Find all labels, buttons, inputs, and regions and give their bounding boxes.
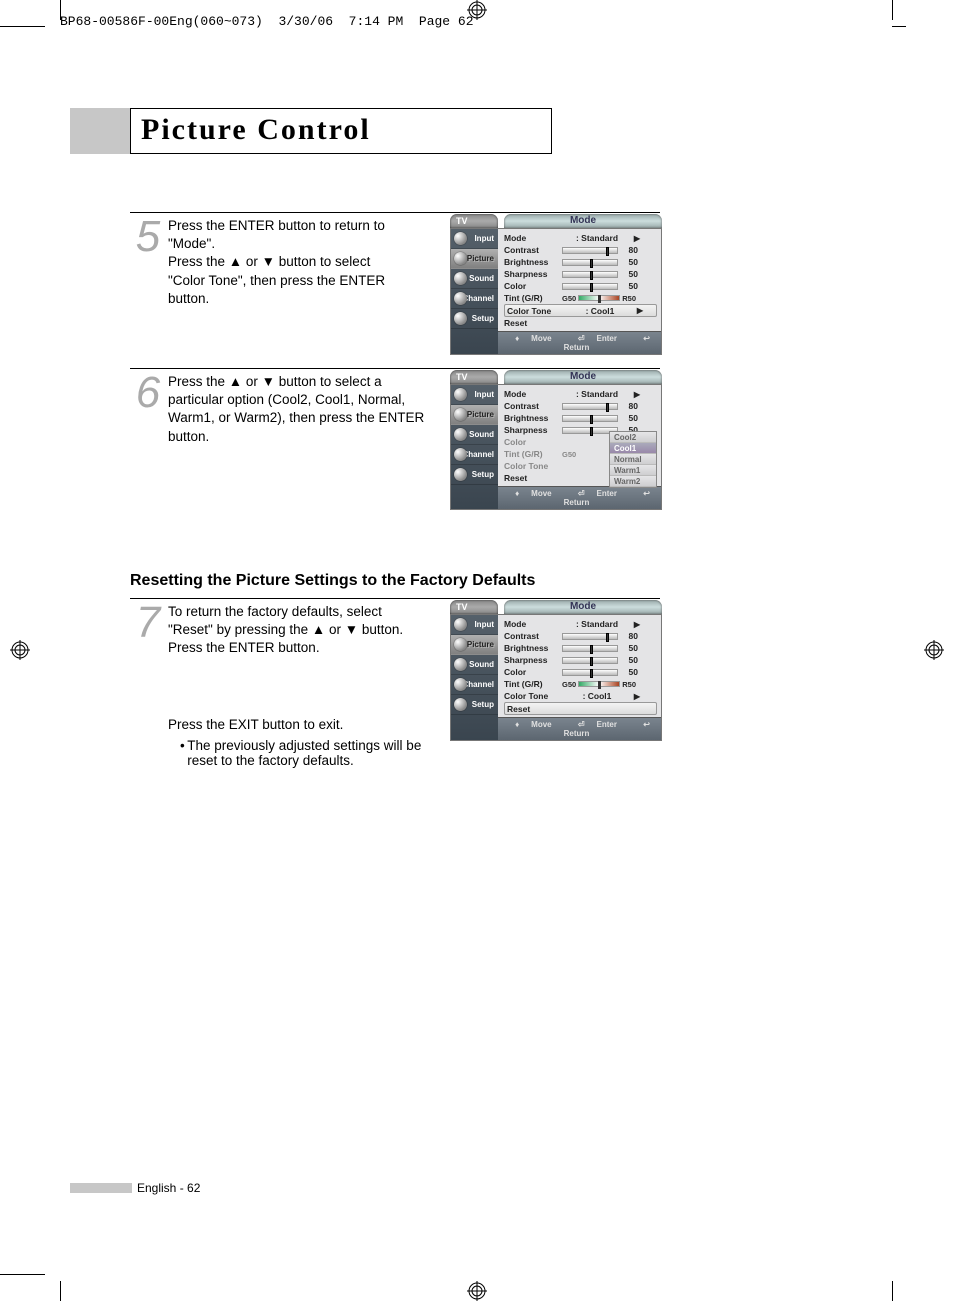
osd-screenshot-3: TV Mode Input Picture Sound Channel Setu… [450, 600, 662, 741]
section-title: Picture Control [130, 108, 552, 154]
osd-screenshot-2: TV Mode Input Picture Sound Channel Setu… [450, 370, 662, 510]
osd-tv-badge: TV [450, 214, 498, 228]
print-header: BP68-00586F-00Eng(060~073) 3/30/06 7:14 … [60, 14, 474, 29]
step-number: 6 [130, 373, 166, 413]
step-text: Press the ENTER button to return to "Mod… [168, 217, 408, 308]
subsection-heading: Resetting the Picture Settings to the Fa… [130, 572, 535, 590]
osd-row-reset-selected: Reset [504, 702, 657, 715]
page-footer: English - 62 [70, 1181, 200, 1195]
osd-title: Mode [504, 214, 662, 228]
colortone-dropdown: Cool2 Cool1 Normal Warm1 Warm2 [609, 431, 657, 488]
registration-mark-left [10, 640, 30, 660]
osd-sidebar: Input Picture Sound Channel Setup [451, 229, 498, 354]
step-number: 7 [130, 603, 166, 643]
step-bullet: •The previously adjusted settings will b… [180, 738, 430, 768]
osd-screenshot-1: TV Mode Input Picture Sound Channel Setu… [450, 214, 662, 355]
registration-mark-bottom [467, 1281, 487, 1301]
section-title-bar: Picture Control [70, 108, 552, 154]
registration-mark-right [924, 640, 944, 660]
step-text: To return the factory defaults, select "… [168, 603, 418, 734]
step-number: 5 [130, 217, 166, 257]
step-text: Press the ▲ or ▼ button to select a part… [168, 373, 426, 446]
page-number: English - 62 [137, 1181, 200, 1195]
osd-row-colortone-selected: Color Tone: Cool1▶ [504, 304, 657, 317]
